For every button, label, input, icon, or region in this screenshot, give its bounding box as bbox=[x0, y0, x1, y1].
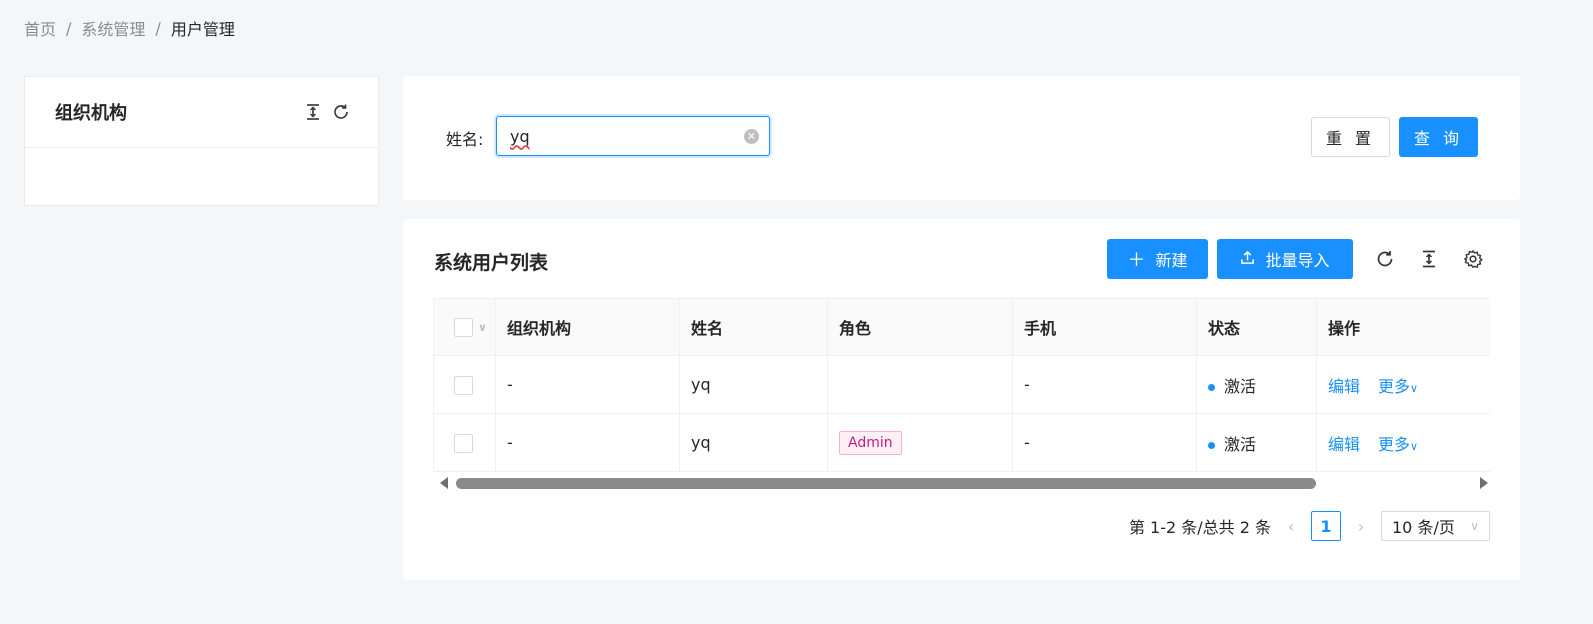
scroll-left-icon[interactable] bbox=[440, 477, 448, 489]
cell-name: yq bbox=[679, 355, 828, 414]
pagination: 第 1-2 条/总共 2 条 ‹ 1 › 10 条/页 ∨ bbox=[1129, 511, 1490, 541]
name-search-value[interactable]: yq bbox=[510, 127, 744, 146]
upload-icon bbox=[1240, 249, 1255, 270]
column-height-icon[interactable] bbox=[304, 103, 322, 121]
breadcrumb-separator: / bbox=[155, 18, 161, 38]
select-all-cell: ∨ bbox=[433, 298, 496, 356]
breadcrumb-user-management: 用户管理 bbox=[170, 20, 235, 39]
column-header: 操作 bbox=[1316, 298, 1490, 356]
row-checkbox[interactable] bbox=[454, 375, 473, 395]
reload-icon[interactable] bbox=[332, 103, 350, 121]
breadcrumb-system-management[interactable]: 系统管理 bbox=[81, 16, 145, 40]
more-dropdown[interactable]: 更多∨ bbox=[1378, 435, 1418, 454]
org-panel-title: 组织机构 bbox=[55, 103, 127, 124]
breadcrumb: 首页 / 系统管理 / 用户管理 bbox=[24, 16, 235, 40]
column-header: 手机 bbox=[1012, 298, 1197, 356]
list-title: 系统用户列表 bbox=[434, 252, 549, 274]
cell-actions: 编辑 更多∨ bbox=[1316, 413, 1490, 472]
more-label: 更多 bbox=[1378, 376, 1411, 396]
cell-phone: - bbox=[1012, 413, 1197, 472]
column-height-icon[interactable] bbox=[1419, 249, 1439, 269]
cell-role: Admin bbox=[827, 413, 1013, 472]
edit-link[interactable]: 编辑 bbox=[1328, 377, 1360, 396]
cell-name: yq bbox=[679, 413, 828, 472]
prev-page-icon[interactable]: ‹ bbox=[1281, 517, 1301, 536]
query-button[interactable]: 查 询 bbox=[1399, 117, 1478, 157]
new-user-button[interactable]: ＋ 新建 bbox=[1107, 239, 1208, 279]
column-header: 状态 bbox=[1196, 298, 1317, 356]
org-tree-panel: 组织机构 bbox=[24, 76, 379, 206]
next-page-icon[interactable]: › bbox=[1351, 517, 1371, 536]
breadcrumb-home[interactable]: 首页 bbox=[24, 16, 56, 40]
cell-role bbox=[827, 355, 1013, 414]
page-number[interactable]: 1 bbox=[1311, 511, 1341, 541]
cell-actions: 编辑 更多∨ bbox=[1316, 355, 1490, 414]
breadcrumb-separator: / bbox=[66, 18, 72, 38]
status-text: 激活 bbox=[1224, 434, 1257, 454]
select-all-checkbox[interactable] bbox=[454, 318, 473, 337]
cell-org: - bbox=[495, 413, 680, 472]
batch-import-label: 批量导入 bbox=[1265, 251, 1330, 270]
user-table: ∨ 组织机构 姓名 角色 手机 状态 操作 - yq - 激活 编辑 更多∨ -… bbox=[433, 298, 1490, 492]
cell-status: 激活 bbox=[1196, 413, 1317, 472]
more-dropdown[interactable]: 更多∨ bbox=[1378, 377, 1418, 396]
batch-import-button[interactable]: 批量导入 bbox=[1217, 239, 1353, 279]
page-size-select[interactable]: 10 条/页 ∨ bbox=[1381, 511, 1490, 541]
chevron-down-icon: ∨ bbox=[1410, 381, 1419, 395]
name-field-label: 姓名: bbox=[446, 130, 484, 149]
column-header: 姓名 bbox=[679, 298, 828, 356]
scrollbar-thumb[interactable] bbox=[456, 477, 1316, 489]
more-label: 更多 bbox=[1378, 434, 1411, 454]
row-checkbox[interactable] bbox=[454, 433, 473, 453]
cell-org: - bbox=[495, 355, 680, 414]
cell-status: 激活 bbox=[1196, 355, 1317, 414]
cell-phone: - bbox=[1012, 355, 1197, 414]
status-text: 激活 bbox=[1224, 376, 1257, 396]
status-dot bbox=[1208, 383, 1215, 391]
horizontal-scrollbar[interactable] bbox=[433, 474, 1490, 492]
chevron-down-icon: ∨ bbox=[1410, 439, 1419, 453]
reset-button[interactable]: 重 置 bbox=[1311, 117, 1390, 157]
setting-icon[interactable] bbox=[1463, 249, 1483, 269]
reload-icon[interactable] bbox=[1375, 249, 1395, 269]
search-form: 姓名: yq ✕ 重 置 查 询 bbox=[403, 76, 1520, 200]
scroll-right-icon[interactable] bbox=[1480, 477, 1488, 489]
pagination-summary: 第 1-2 条/总共 2 条 bbox=[1128, 518, 1271, 537]
column-header: 组织机构 bbox=[495, 298, 680, 356]
role-tag: Admin bbox=[839, 430, 902, 455]
column-header: 角色 bbox=[827, 298, 1013, 356]
chevron-down-icon: ∨ bbox=[1470, 519, 1479, 533]
status-dot bbox=[1208, 441, 1215, 449]
org-panel-header: 组织机构 bbox=[25, 77, 378, 148]
name-search-input[interactable]: yq ✕ bbox=[496, 116, 770, 156]
chevron-down-icon[interactable]: ∨ bbox=[478, 321, 487, 334]
table-row: - yq Admin - 激活 编辑 更多∨ bbox=[433, 413, 1490, 472]
table-row: - yq - 激活 编辑 更多∨ bbox=[433, 355, 1490, 414]
clear-icon[interactable]: ✕ bbox=[744, 128, 759, 144]
plus-icon: ＋ bbox=[1127, 250, 1146, 271]
page-size-value: 10 条/页 bbox=[1392, 518, 1455, 537]
table-header-row: ∨ 组织机构 姓名 角色 手机 状态 操作 bbox=[433, 298, 1490, 356]
new-user-label: 新建 bbox=[1155, 251, 1188, 270]
table-toolbar bbox=[1375, 249, 1483, 269]
edit-link[interactable]: 编辑 bbox=[1328, 435, 1360, 454]
user-list-panel: 系统用户列表 ＋ 新建 批量导入 ∨ 组织机构 姓名 角色 手机 状态 操作 -… bbox=[403, 219, 1520, 580]
